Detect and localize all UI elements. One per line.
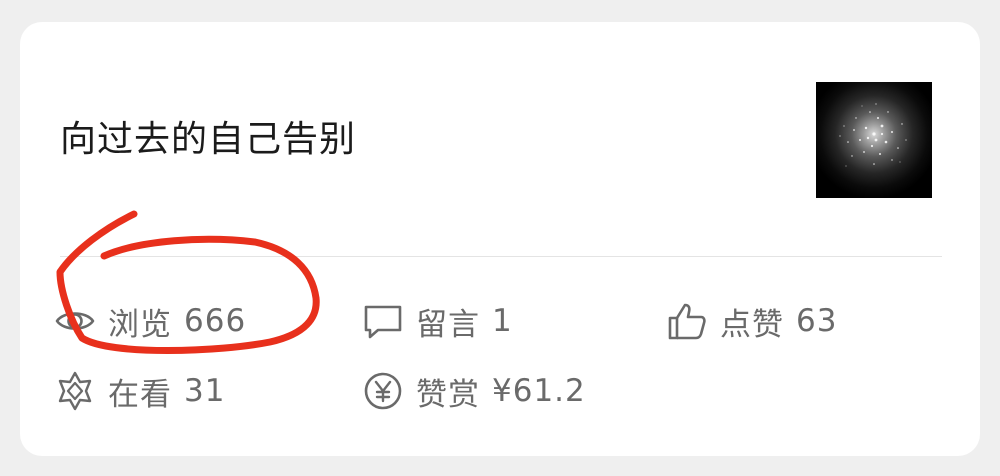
rewards-amount: ¥61.2 bbox=[492, 373, 586, 409]
article-stats-card: 向过去的自己告别 浏览 666 留言 1 点赞 63 在看 31 赞赏 ¥61.… bbox=[20, 22, 980, 456]
rewards-label: 赞赏 bbox=[416, 376, 480, 413]
thumbnail-image bbox=[839, 103, 907, 167]
comments-stat[interactable]: 留言 1 bbox=[362, 296, 513, 346]
comments-label: 留言 bbox=[416, 306, 480, 343]
rewards-stat[interactable]: 赞赏 ¥61.2 bbox=[362, 366, 586, 416]
eye-icon bbox=[54, 300, 96, 342]
divider bbox=[60, 256, 942, 257]
comments-count: 1 bbox=[492, 303, 513, 339]
likes-label: 点赞 bbox=[720, 306, 784, 343]
wow-label: 在看 bbox=[108, 376, 172, 413]
article-thumbnail[interactable] bbox=[816, 82, 932, 198]
views-label: 浏览 bbox=[108, 306, 172, 343]
comment-icon bbox=[362, 300, 404, 342]
wow-count: 31 bbox=[184, 373, 226, 409]
yen-icon bbox=[362, 370, 404, 412]
thumbs-up-icon bbox=[666, 300, 708, 342]
views-stat[interactable]: 浏览 666 bbox=[54, 296, 246, 346]
wow-stat[interactable]: 在看 31 bbox=[54, 366, 225, 416]
views-count: 666 bbox=[184, 303, 247, 339]
article-title[interactable]: 向过去的自己告别 bbox=[60, 118, 356, 162]
star-flower-icon bbox=[54, 370, 96, 412]
likes-count: 63 bbox=[796, 303, 838, 339]
likes-stat[interactable]: 点赞 63 bbox=[666, 296, 837, 346]
